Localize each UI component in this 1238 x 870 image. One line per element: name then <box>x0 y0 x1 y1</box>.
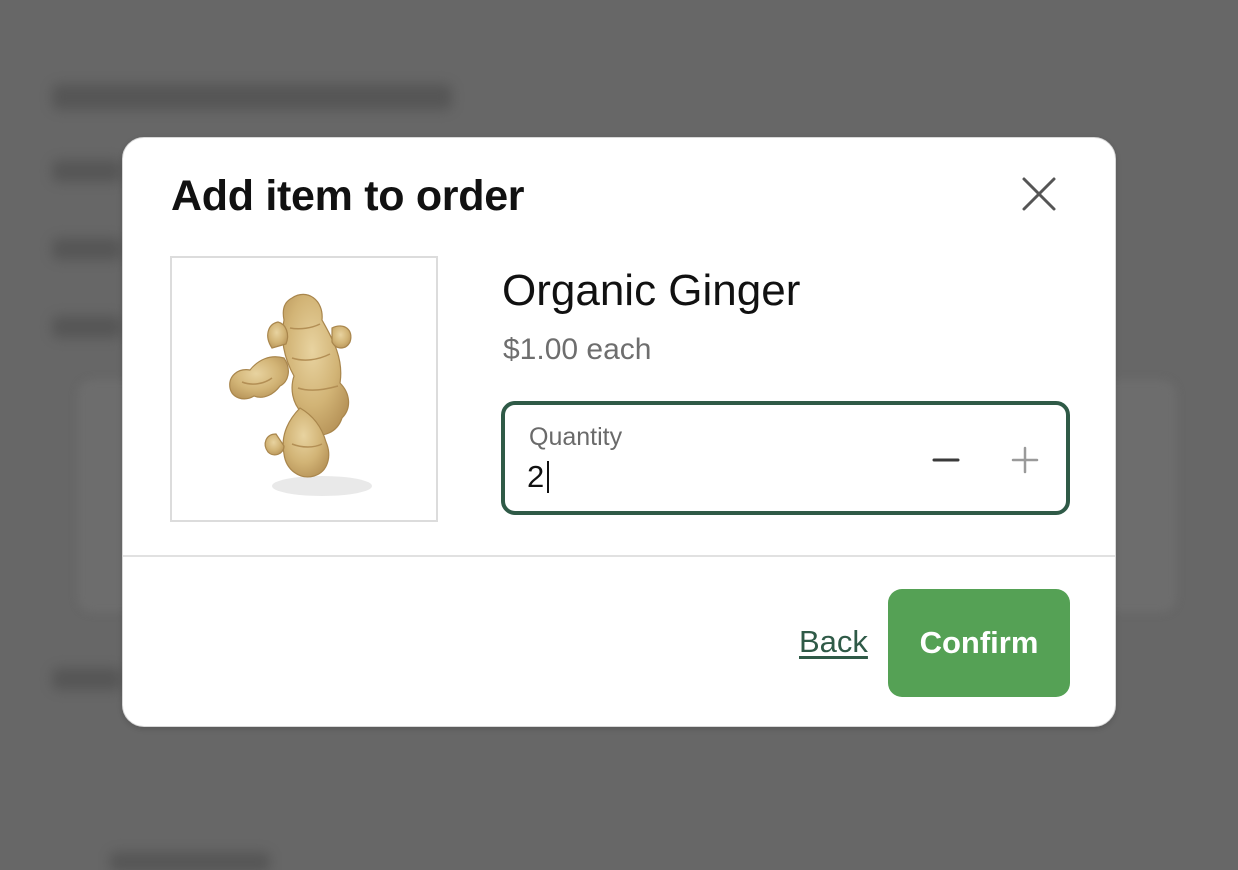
add-item-dialog: Add item to order Organic Ginger $1.00 e… <box>122 137 1116 727</box>
quantity-label: Quantity <box>529 423 623 451</box>
product-image <box>170 256 438 522</box>
background-heading-blur <box>52 84 452 110</box>
product-price: $1.00 each <box>503 333 652 366</box>
text-cursor <box>547 461 549 493</box>
confirm-button[interactable]: Confirm <box>888 589 1070 697</box>
close-button[interactable] <box>1019 174 1059 214</box>
product-name: Organic Ginger <box>502 266 801 315</box>
quantity-input[interactable] <box>527 457 867 497</box>
minus-icon <box>932 458 960 462</box>
dialog-title: Add item to order <box>171 172 525 220</box>
close-icon <box>1022 177 1056 211</box>
background-text-blur <box>52 238 122 260</box>
background-text-blur <box>52 668 122 690</box>
decrement-button[interactable] <box>923 437 969 483</box>
ginger-root-image <box>229 293 372 496</box>
background-text-blur <box>110 852 270 870</box>
plus-icon <box>1011 446 1039 474</box>
back-link[interactable]: Back <box>799 624 868 660</box>
background-text-blur <box>52 316 122 338</box>
background-text-blur <box>52 160 122 182</box>
increment-button[interactable] <box>1002 437 1048 483</box>
quantity-stepper: Quantity <box>501 401 1070 515</box>
footer-divider <box>123 555 1115 557</box>
